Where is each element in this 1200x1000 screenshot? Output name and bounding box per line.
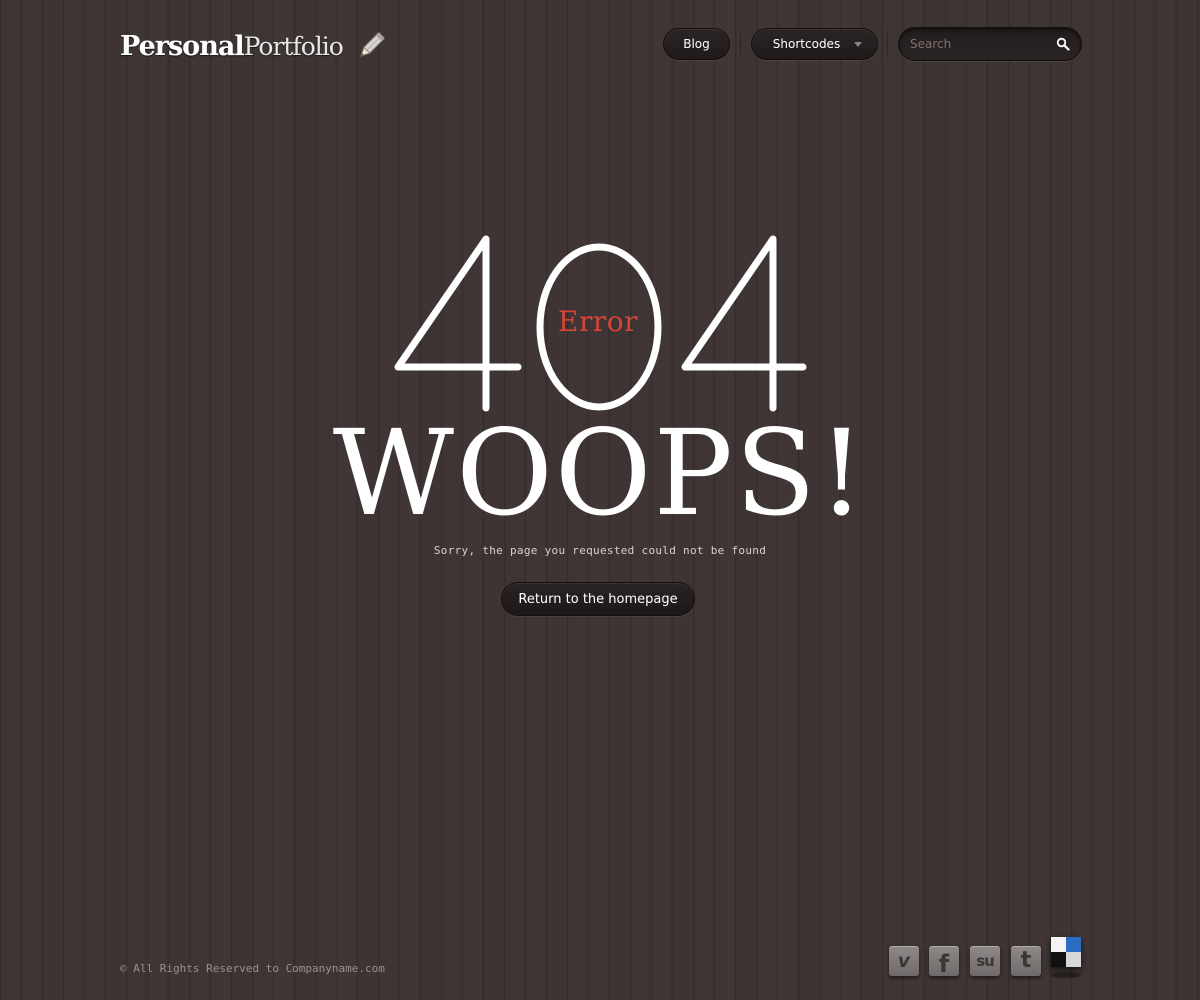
logo-text-light: Portfolio <box>243 31 344 61</box>
delicious-icon[interactable] <box>1051 937 1081 967</box>
pencil-icon <box>360 32 385 57</box>
delicious-square-grey <box>1066 952 1081 967</box>
delicious-square-black <box>1051 952 1066 967</box>
nav-shortcodes-label: Shortcodes <box>772 37 841 51</box>
search-input[interactable] <box>910 35 1040 53</box>
nav-blog-button[interactable]: Blog <box>663 28 730 60</box>
copyright-text: © All Rights Reserved to Companyname.com <box>120 962 385 975</box>
nav-divider <box>740 26 741 62</box>
twitter-icon[interactable]: t <box>1011 946 1041 976</box>
nav-divider <box>887 26 888 62</box>
facebook-icon[interactable]: f <box>929 946 959 976</box>
digit-four-right <box>681 235 807 412</box>
error-message: Sorry, the page you requested could not … <box>433 544 767 557</box>
digit-four-left <box>394 235 522 412</box>
delicious-icon-shadow <box>1051 972 1081 978</box>
search-box <box>898 27 1082 61</box>
page-headline: WOOPS! <box>332 404 868 542</box>
nav-shortcodes-button[interactable]: Shortcodes <box>751 28 878 60</box>
site-logo[interactable]: Personal Portfolio <box>120 28 387 64</box>
logo-text-bold: Personal <box>120 30 245 62</box>
delicious-square-white <box>1051 937 1066 952</box>
vimeo-icon[interactable]: v <box>889 946 919 976</box>
chevron-down-icon <box>854 41 863 47</box>
stumbleupon-icon[interactable]: su <box>970 946 1000 976</box>
return-home-button[interactable]: Return to the homepage <box>501 582 695 616</box>
main-nav: Blog Shortcodes <box>663 28 878 60</box>
error-label: Error <box>558 305 638 338</box>
delicious-square-blue <box>1066 937 1081 952</box>
search-icon[interactable] <box>1056 37 1070 51</box>
